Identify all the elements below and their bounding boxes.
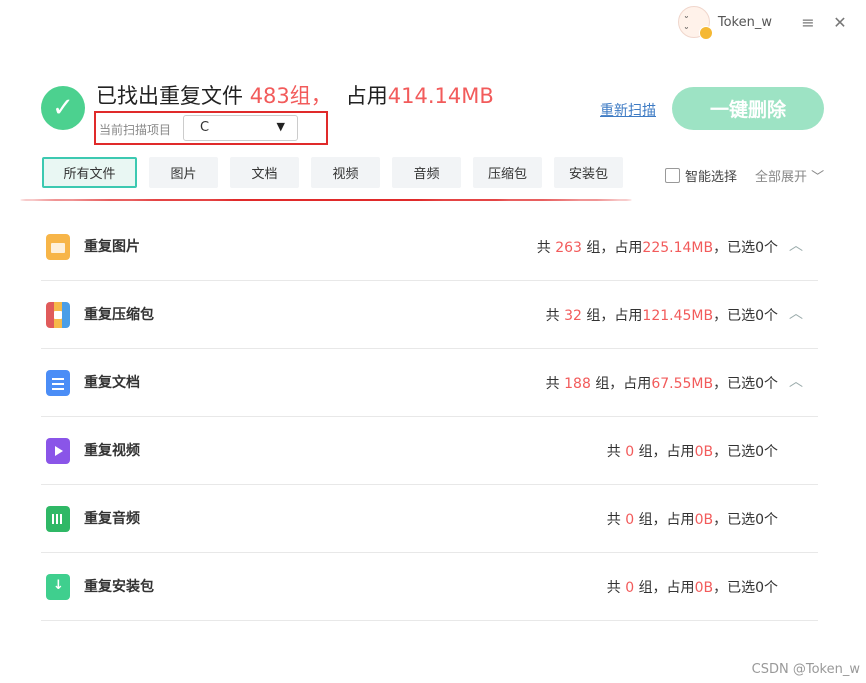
dropdown-arrow-icon: ▼ [276,120,285,133]
tab-videos[interactable]: 视频 [311,157,380,188]
tab-audio[interactable]: 音频 [392,157,461,188]
category-name: 重复音频 [84,511,140,527]
installer-file-icon [46,574,70,600]
group-count: 483组， [249,84,332,108]
audio-file-icon [46,506,70,532]
rescan-link[interactable]: 重新扫描 [600,100,656,120]
scan-project-selector: 当前扫描项目 C ▼ [94,111,328,145]
chevron-up-icon[interactable]: ︿ [789,235,803,255]
chevron-up-icon[interactable]: ︿ [789,371,803,391]
expand-all-label: 全部展开 [755,170,808,185]
usage-value: 414.14MB [387,84,494,108]
category-row-installers[interactable]: 重复安装包 共 0 组，占用0B，已选0个 [41,553,818,621]
category-row-archives[interactable]: 重复压缩包 共 32 组，占用121.45MB，已选0个 ︿ [41,281,818,349]
category-stats: 共 188 组，占用67.55MB，已选0个 [545,376,778,392]
category-stats: 共 0 组，占用0B，已选0个 [606,444,778,460]
category-stats: 共 0 组，占用0B，已选0个 [606,580,778,596]
user-avatar[interactable]: ˘ ˘ [677,6,713,40]
vip-badge-icon [698,26,713,40]
category-stats: 共 32 组，占用121.45MB，已选0个 [545,308,778,324]
category-name: 重复压缩包 [84,307,154,323]
chevron-up-icon[interactable]: ︿ [789,303,803,323]
category-row-audio[interactable]: 重复音频 共 0 组，占用0B，已选0个 [41,485,818,553]
tab-documents[interactable]: 文档 [230,157,299,188]
tab-archives[interactable]: 压缩包 [473,157,542,188]
tab-all-files[interactable]: 所有文件 [42,157,137,188]
annotation-underline [20,199,632,201]
category-row-videos[interactable]: 重复视频 共 0 组，占用0B，已选0个 [41,417,818,485]
menu-icon[interactable]: ≡ [796,13,820,32]
category-list: 重复图片 共 263 组，占用225.14MB，已选0个 ︿ 重复压缩包 共 3… [41,213,818,621]
chevron-down-icon: ﹀ [811,170,825,185]
one-click-delete-button[interactable]: 一键删除 [672,87,824,130]
close-icon[interactable]: ✕ [828,13,852,32]
top-bar: ˘ ˘ Token_w ≡ ✕ [677,6,852,40]
username[interactable]: Token_w [718,15,772,30]
archive-file-icon [46,302,70,328]
scan-label: 当前扫描项目 [99,123,172,137]
category-stats: 共 263 组，占用225.14MB，已选0个 [536,240,778,256]
category-row-images[interactable]: 重复图片 共 263 组，占用225.14MB，已选0个 ︿ [41,213,818,281]
smart-select-label: 智能选择 [685,170,738,185]
smart-select-checkbox[interactable] [665,168,680,183]
category-name: 重复图片 [84,239,140,255]
document-file-icon [46,370,70,396]
watermark: CSDN @Token_w [751,662,860,677]
filter-tabs: 所有文件 图片 文档 视频 音频 压缩包 安装包 [42,157,623,188]
check-icon: ✓ [41,86,85,130]
smart-select-toggle[interactable]: 智能选择 [665,166,737,185]
image-file-icon [46,234,70,260]
tab-images[interactable]: 图片 [149,157,218,188]
category-name: 重复安装包 [84,579,154,595]
scan-dropdown-value: C [200,120,210,135]
category-stats: 共 0 组，占用0B，已选0个 [606,512,778,528]
tab-installers[interactable]: 安装包 [554,157,623,188]
category-row-documents[interactable]: 重复文档 共 188 组，占用67.55MB，已选0个 ︿ [41,349,818,417]
expand-all-button[interactable]: 全部展开 ﹀ [755,166,824,185]
scan-dropdown[interactable]: C ▼ [183,115,298,141]
result-title: 已找出重复文件 483组， 占用414.14MB [96,80,494,110]
category-name: 重复视频 [84,443,140,459]
usage-prefix: 占用 [345,84,388,108]
video-file-icon [46,438,70,464]
title-prefix: 已找出重复文件 [96,84,243,108]
category-name: 重复文档 [84,375,140,391]
